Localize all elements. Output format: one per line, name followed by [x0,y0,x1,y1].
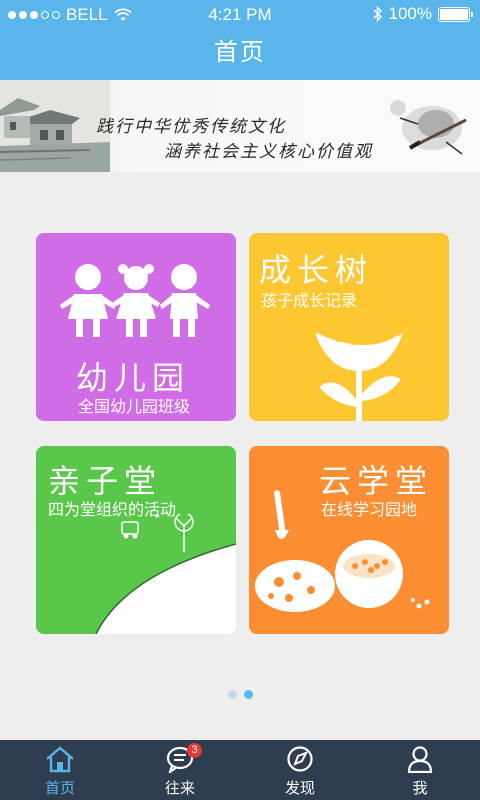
tab-discover-label: 发现 [284,780,315,797]
page-indicator-dot-active[interactable] [243,690,253,699]
paint-palette-icon [255,490,430,612]
banner-village-illustration [0,80,110,172]
banner-slogan-line2: 涵养社会主义核心价值观 [164,142,373,162]
tile-kindergarten[interactable]: 幼儿园 全国幼儿园班级 [36,233,236,421]
tile-parent-child-hall[interactable]: 亲子堂 四为堂组织的活动 [36,446,236,634]
page-title: 首页 [214,39,266,66]
unread-badge: 3 [187,743,202,758]
banner-slogan-line1: 践行中华优秀传统文化 [96,117,286,137]
children-icon [60,264,210,337]
nav-bar: 首页 [0,30,480,80]
tile-growth-tree-title: 成长树 [259,252,374,288]
banner-ink-brush-illustration [390,100,467,155]
page-indicator[interactable] [0,690,480,699]
tab-me-label: 我 [412,780,428,797]
home-icon [46,746,74,773]
tile-kindergarten-subtitle: 全国幼儿园班级 [78,399,191,416]
battery-icon [438,6,473,22]
banner[interactable]: 践行中华优秀传统文化 涵养社会主义核心价值观 [0,80,480,172]
status-right: 100% [373,4,473,24]
tab-me[interactable]: 我 [360,740,480,800]
hill-scene-icon [95,514,236,634]
tile-cloud-academy[interactable]: 云学堂 在线学习园地 [249,446,449,634]
tab-discover[interactable]: 发现 [240,740,360,800]
tile-growth-tree[interactable]: 成长树 孩子成长记录 [249,233,449,421]
compass-icon [287,746,313,772]
status-bar: BELL 4:21 PM 100% [0,0,480,30]
tab-contacts-label: 往来 [164,780,195,797]
page-indicator-dot[interactable] [227,690,237,699]
tile-growth-tree-subtitle: 孩子成长记录 [261,293,358,310]
battery-level [440,8,468,20]
tab-home-label: 首页 [44,780,75,797]
tab-contacts[interactable]: 3 往来 [120,740,240,800]
bottom-tab-bar: 首页 3 往来 发现 我 [0,740,480,800]
flower-icon [315,332,403,421]
battery-percent: 100% [388,4,432,23]
person-icon [407,746,433,773]
tab-home[interactable]: 首页 [0,740,120,800]
bluetooth-icon [373,6,382,22]
